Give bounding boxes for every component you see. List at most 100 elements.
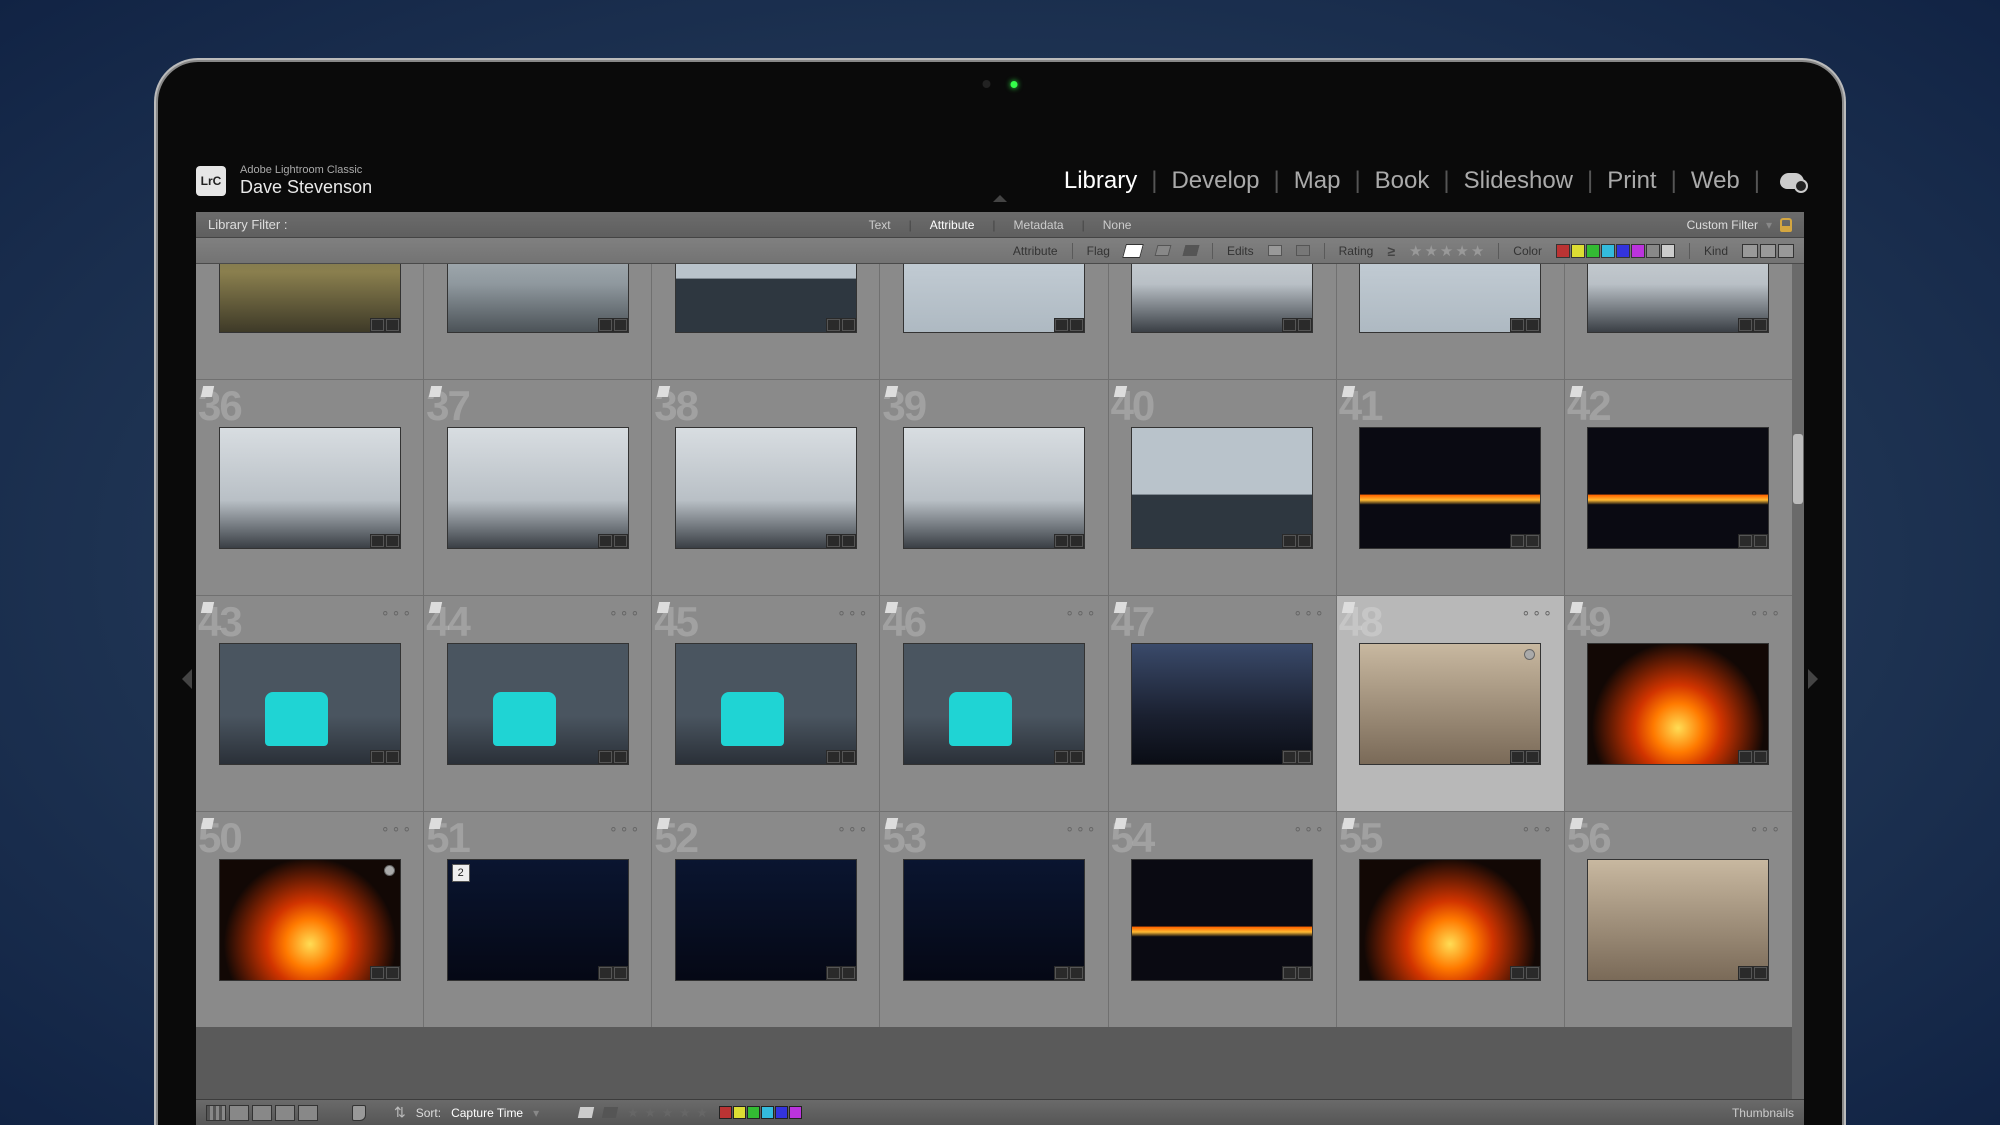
color-swatch[interactable] bbox=[1631, 244, 1645, 258]
filter-tab-text[interactable]: Text bbox=[869, 218, 891, 232]
color-swatch[interactable] bbox=[733, 1106, 746, 1119]
kind-video-icon[interactable] bbox=[1778, 244, 1794, 258]
grid-cell[interactable] bbox=[1109, 264, 1336, 379]
grid-cell[interactable]: 43∘∘∘ bbox=[196, 596, 423, 811]
thumbnail-image[interactable] bbox=[220, 860, 400, 980]
flag-icon[interactable] bbox=[1570, 386, 1583, 397]
flag-icon[interactable] bbox=[1342, 818, 1355, 829]
cell-menu-icon[interactable]: ∘∘∘ bbox=[1065, 604, 1097, 621]
sort-value[interactable]: Capture Time bbox=[451, 1106, 523, 1120]
grid-cell[interactable]: 54∘∘∘ bbox=[1109, 812, 1336, 1027]
thumbnail-image[interactable] bbox=[1132, 428, 1312, 548]
flag-unflagged-icon[interactable] bbox=[1154, 245, 1171, 256]
flag-icon[interactable] bbox=[1113, 386, 1126, 397]
thumbnail-image[interactable] bbox=[904, 644, 1084, 764]
color-swatch[interactable] bbox=[719, 1106, 732, 1119]
grid-cell[interactable]: 42 bbox=[1565, 380, 1792, 595]
footer-rating-stars[interactable]: ★ ★ ★ ★ ★ bbox=[627, 1105, 709, 1121]
color-swatch[interactable] bbox=[747, 1106, 760, 1119]
cell-menu-icon[interactable]: ∘∘∘ bbox=[609, 820, 641, 837]
thumbnail-image[interactable] bbox=[1588, 860, 1768, 980]
flag-icon[interactable] bbox=[657, 602, 670, 613]
module-slideshow[interactable]: Slideshow bbox=[1464, 167, 1573, 195]
grid-cell[interactable]: 53∘∘∘ bbox=[880, 812, 1107, 1027]
color-swatch[interactable] bbox=[1646, 244, 1660, 258]
compare-view-icon[interactable] bbox=[252, 1105, 272, 1121]
grid-cell[interactable]: 44∘∘∘ bbox=[424, 596, 651, 811]
color-swatch[interactable] bbox=[761, 1106, 774, 1119]
star-icon[interactable]: ★ bbox=[1424, 242, 1437, 260]
thumbnail-image[interactable] bbox=[220, 264, 400, 332]
color-swatch[interactable] bbox=[789, 1106, 802, 1119]
flag-icon[interactable] bbox=[885, 386, 898, 397]
filter-tab-none[interactable]: None bbox=[1103, 218, 1132, 232]
flag-picked-icon[interactable] bbox=[1122, 244, 1144, 258]
flag-icon[interactable] bbox=[201, 602, 214, 613]
thumbnail-image[interactable] bbox=[1132, 264, 1312, 332]
flag-icon[interactable] bbox=[1113, 818, 1126, 829]
star-icon[interactable]: ★ bbox=[1409, 242, 1422, 260]
cell-menu-icon[interactable]: ∘∘∘ bbox=[837, 604, 869, 621]
thumbnail-image[interactable] bbox=[1588, 264, 1768, 332]
module-map[interactable]: Map bbox=[1294, 167, 1341, 195]
cell-menu-icon[interactable]: ∘∘∘ bbox=[609, 604, 641, 621]
flag-icon[interactable] bbox=[1570, 602, 1583, 613]
sort-direction-icon[interactable]: ⇅ bbox=[394, 1104, 406, 1121]
grid-cell[interactable] bbox=[880, 264, 1107, 379]
cloud-sync-icon[interactable] bbox=[1780, 173, 1804, 189]
cell-menu-icon[interactable]: ∘∘∘ bbox=[381, 820, 413, 837]
star-icon[interactable]: ★ bbox=[1455, 242, 1468, 260]
module-print[interactable]: Print bbox=[1607, 167, 1656, 195]
flag-icon[interactable] bbox=[1113, 602, 1126, 613]
footer-flag-icon[interactable] bbox=[578, 1107, 594, 1118]
footer-reject-icon[interactable] bbox=[602, 1107, 618, 1118]
filter-lock-icon[interactable] bbox=[1780, 218, 1792, 232]
grid-cell[interactable]: 45∘∘∘ bbox=[652, 596, 879, 811]
star-icon[interactable]: ★ bbox=[1471, 242, 1484, 260]
thumbnail-image[interactable] bbox=[1360, 264, 1540, 332]
grid-cell[interactable]: 36 bbox=[196, 380, 423, 595]
grid-cell[interactable] bbox=[1337, 264, 1564, 379]
grid-cell[interactable]: 48∘∘∘ bbox=[1337, 596, 1564, 811]
grid-cell[interactable] bbox=[652, 264, 879, 379]
color-swatch[interactable] bbox=[1586, 244, 1600, 258]
kind-virtual-icon[interactable] bbox=[1760, 244, 1776, 258]
rating-operator[interactable]: ≥ bbox=[1387, 243, 1395, 259]
grid-scrollbar[interactable] bbox=[1792, 264, 1804, 1099]
custom-filter-dropdown[interactable]: Custom Filter bbox=[1687, 218, 1758, 232]
module-book[interactable]: Book bbox=[1375, 167, 1430, 195]
flag-icon[interactable] bbox=[429, 386, 442, 397]
edits-edited-icon[interactable] bbox=[1268, 245, 1282, 256]
thumbnail-image[interactable]: 2 bbox=[448, 860, 628, 980]
cell-menu-icon[interactable]: ∘∘∘ bbox=[1750, 820, 1782, 837]
color-swatch[interactable] bbox=[775, 1106, 788, 1119]
cell-menu-icon[interactable]: ∘∘∘ bbox=[1293, 604, 1325, 621]
grid-cell[interactable]: 47∘∘∘ bbox=[1109, 596, 1336, 811]
grid-cell[interactable]: 50∘∘∘ bbox=[196, 812, 423, 1027]
flag-icon[interactable] bbox=[657, 818, 670, 829]
grid-cell[interactable]: 49∘∘∘ bbox=[1565, 596, 1792, 811]
edits-unedited-icon[interactable] bbox=[1296, 245, 1310, 256]
thumbnail-image[interactable] bbox=[1588, 428, 1768, 548]
grid-cell[interactable]: 39 bbox=[880, 380, 1107, 595]
flag-icon[interactable] bbox=[201, 386, 214, 397]
loupe-view-icon[interactable] bbox=[229, 1105, 249, 1121]
thumbnail-image[interactable] bbox=[1132, 860, 1312, 980]
stack-count-badge[interactable]: 2 bbox=[452, 864, 470, 882]
thumbnail-image[interactable] bbox=[904, 860, 1084, 980]
filter-tab-attribute[interactable]: Attribute bbox=[930, 218, 975, 232]
thumbnail-image[interactable] bbox=[676, 644, 856, 764]
survey-view-icon[interactable] bbox=[275, 1105, 295, 1121]
flag-icon[interactable] bbox=[201, 818, 214, 829]
module-library[interactable]: Library bbox=[1064, 167, 1137, 195]
grid-viewport[interactable]: 3637383940414243∘∘∘44∘∘∘45∘∘∘46∘∘∘47∘∘∘4… bbox=[196, 264, 1792, 1099]
thumbnail-image[interactable] bbox=[1360, 860, 1540, 980]
color-swatch[interactable] bbox=[1661, 244, 1675, 258]
thumbnail-image[interactable] bbox=[676, 264, 856, 332]
people-view-icon[interactable] bbox=[298, 1105, 318, 1121]
thumbnail-image[interactable] bbox=[1360, 428, 1540, 548]
flag-icon[interactable] bbox=[885, 818, 898, 829]
grid-cell[interactable]: 52∘∘∘ bbox=[652, 812, 879, 1027]
star-icon[interactable]: ★ bbox=[1440, 242, 1453, 260]
grid-view-icon[interactable] bbox=[206, 1105, 226, 1121]
